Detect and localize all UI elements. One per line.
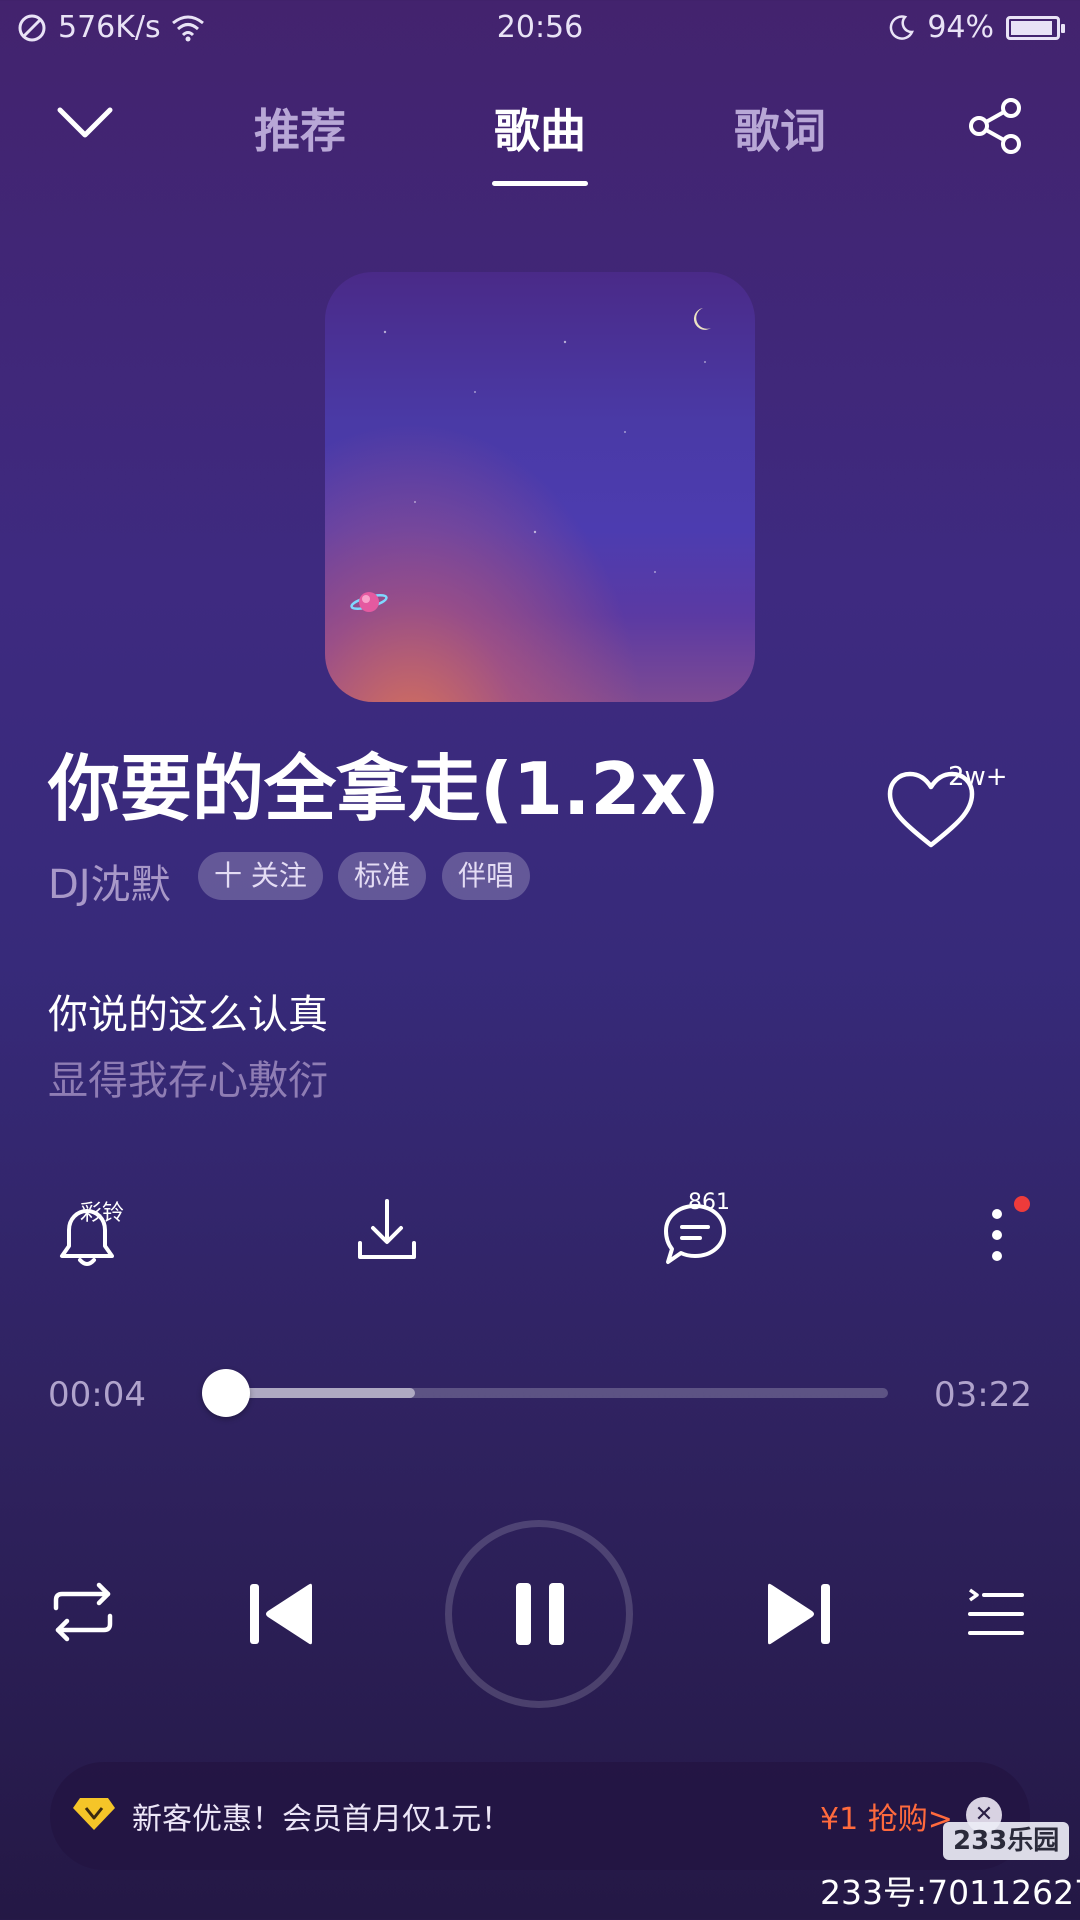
ringtone-label: 彩铃 [80,1201,125,1226]
tab-song[interactable]: 歌曲 [470,95,610,161]
watermark-logo: 233乐园 [943,1822,1070,1860]
watermark-id: 233号:70112627 [820,1873,1080,1912]
follow-button[interactable]: 十 关注 [198,852,323,900]
pause-icon[interactable] [514,1583,566,1645]
battery-percent: 94% [927,10,994,45]
playlist-icon[interactable] [968,1588,1024,1640]
promo-text: 新客优惠！会员首月仅1元！ [132,1802,512,1837]
battery-icon [1006,15,1065,40]
like-count: 2w+ [948,762,1008,792]
next-icon[interactable] [764,1582,834,1646]
comment-count: 861 [688,1190,730,1215]
repeat-icon[interactable] [50,1582,116,1642]
tab-lyrics[interactable]: 歌词 [710,95,850,161]
tab-recommend[interactable]: 推荐 [230,95,370,161]
quality-tag[interactable]: 标准 [338,852,427,900]
active-tab-indicator [492,181,588,186]
moon-icon [887,14,915,42]
current-time: 00:04 [48,1375,146,1415]
chevron-down-icon[interactable] [56,106,114,140]
status-bar: 576K/s 20:56 94% [0,0,1080,56]
share-icon[interactable] [965,96,1025,156]
notification-dot [1014,1196,1030,1212]
artist-name[interactable]: DJ沈默 [48,852,171,910]
song-title: 你要的全拿走(1.2x) [48,747,720,831]
promo-cta[interactable]: ¥1 抢购> [820,1794,953,1838]
total-time: 03:22 [934,1375,1032,1415]
previous-icon[interactable] [246,1582,316,1646]
more-icon[interactable] [982,1200,1012,1270]
progress-thumb[interactable] [202,1369,250,1417]
vip-diamond-icon [72,1796,116,1832]
progress-track[interactable] [212,1388,888,1398]
download-icon[interactable] [352,1195,422,1265]
lyric-next[interactable]: 显得我存心敷衍 [48,1048,328,1106]
album-art[interactable] [325,272,755,702]
lyric-current[interactable]: 你说的这么认真 [48,982,328,1040]
accompaniment-tag[interactable]: 伴唱 [442,852,531,900]
